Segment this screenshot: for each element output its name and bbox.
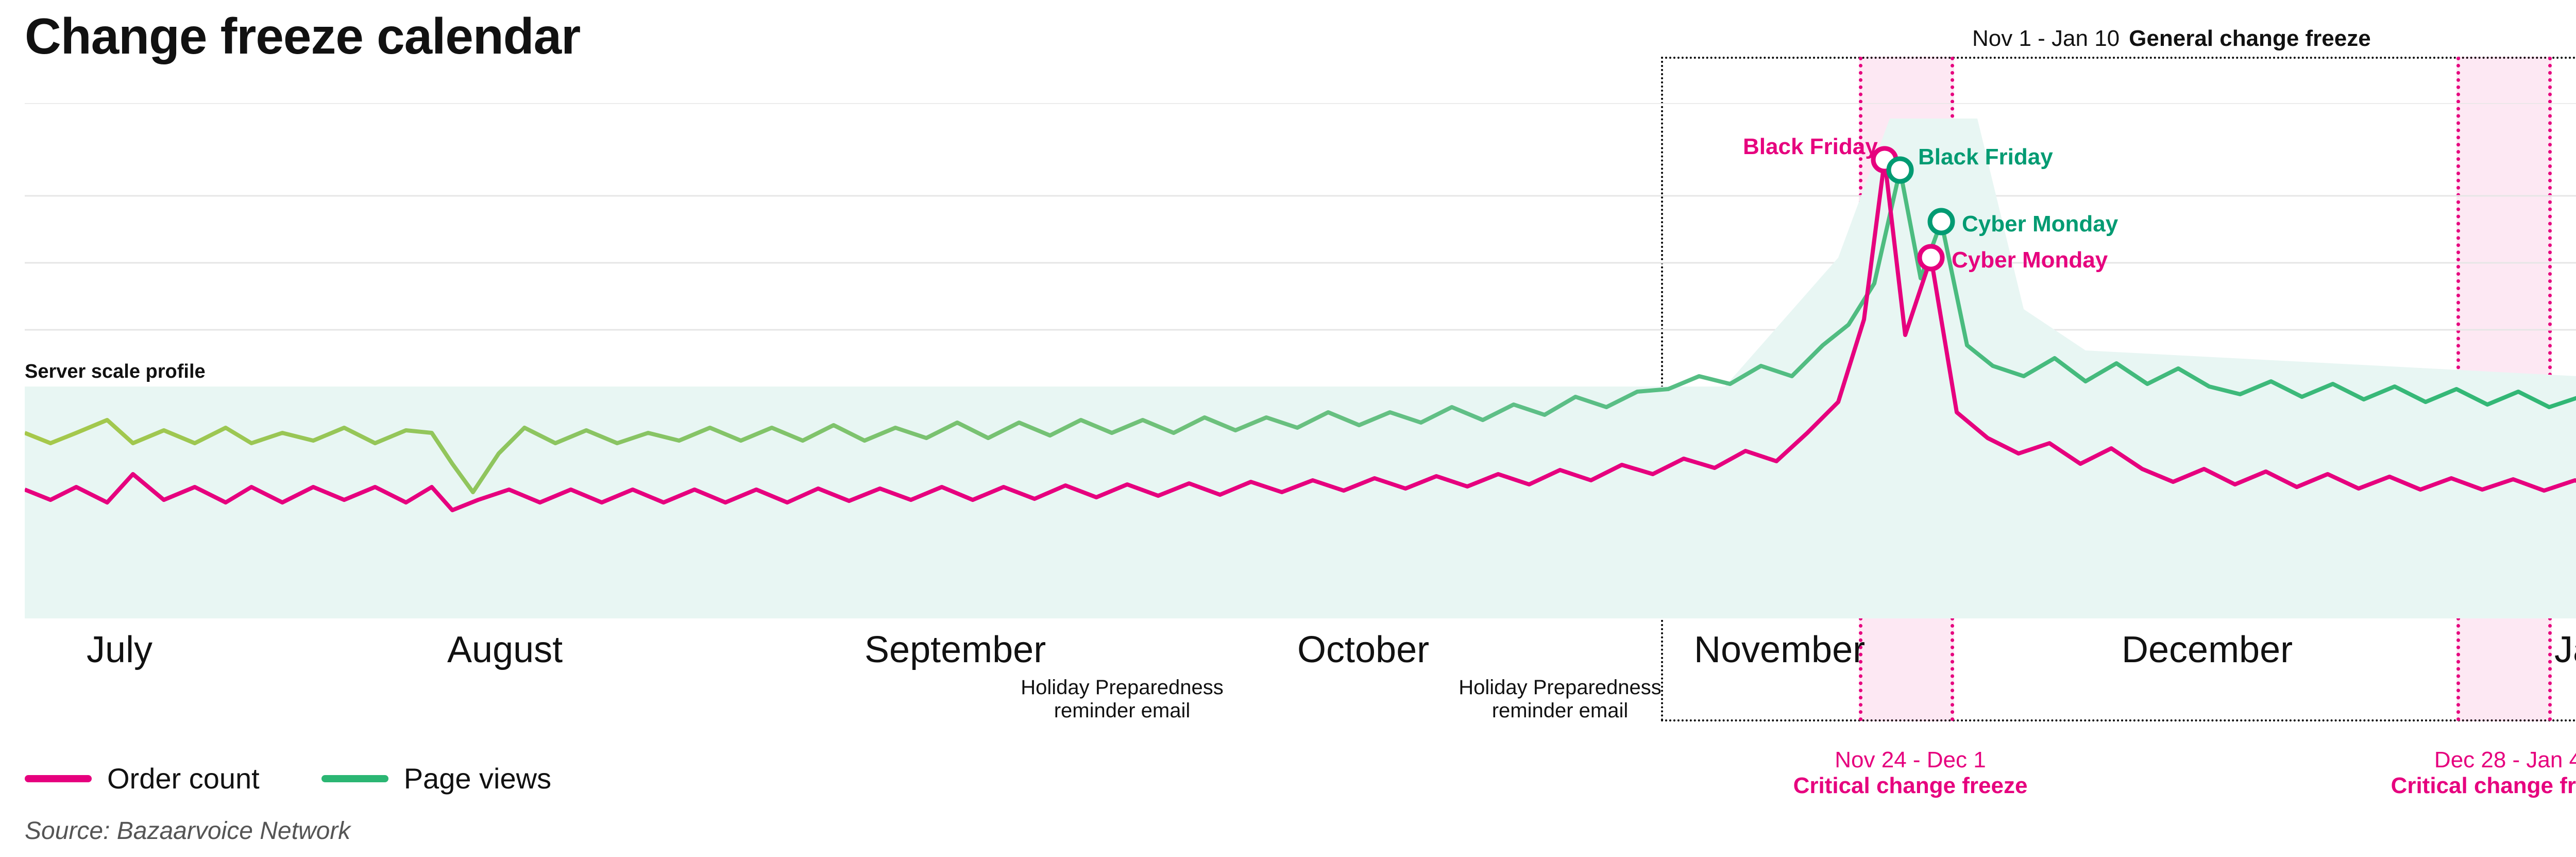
month-nov: November [1694, 629, 1865, 671]
legend: Order count Page views [25, 762, 551, 795]
month-jan: January [2554, 629, 2576, 671]
month-oct: October [1297, 629, 1429, 671]
profile-label: Server scale profile [25, 361, 206, 383]
legend-swatch-page [321, 775, 388, 782]
legend-swatch-order [25, 775, 92, 782]
marker-order-cm [1920, 246, 1942, 269]
legend-order: Order count [25, 762, 260, 795]
critical-label-1: Nov 24 - Dec 1 Critical change freeze [1787, 747, 2034, 799]
reminder-sep: Holiday Preparedness reminder email [988, 676, 1256, 722]
marker-page-cm [1930, 210, 1953, 233]
critical-label-2: Dec 28 - Jan 4 Critical change freeze [2384, 747, 2576, 799]
ann-page-bf: Black Friday [1918, 144, 2053, 170]
marker-page-bf [1889, 159, 1911, 181]
chart-area: Nov 1 - Jan 10General change freeze Serv… [25, 103, 2576, 618]
legend-page: Page views [321, 762, 551, 795]
x-axis: July August September October November D… [25, 629, 2576, 752]
ann-page-cm: Cyber Monday [1962, 211, 2118, 237]
month-dec: December [2122, 629, 2293, 671]
general-freeze-label: Nov 1 - Jan 10General change freeze [1972, 26, 2371, 52]
chart-svg [25, 103, 2576, 618]
month-aug: August [447, 629, 563, 671]
page-title: Change freeze calendar [25, 7, 580, 65]
month-sep: September [865, 629, 1046, 671]
source-text: Source: Bazaarvoice Network [25, 817, 350, 845]
ann-order-cm: Cyber Monday [1952, 247, 2108, 273]
ann-order-bf: Black Friday [1743, 134, 1878, 160]
reminder-oct: Holiday Preparedness reminder email [1426, 676, 1694, 722]
month-jul: July [87, 629, 152, 671]
